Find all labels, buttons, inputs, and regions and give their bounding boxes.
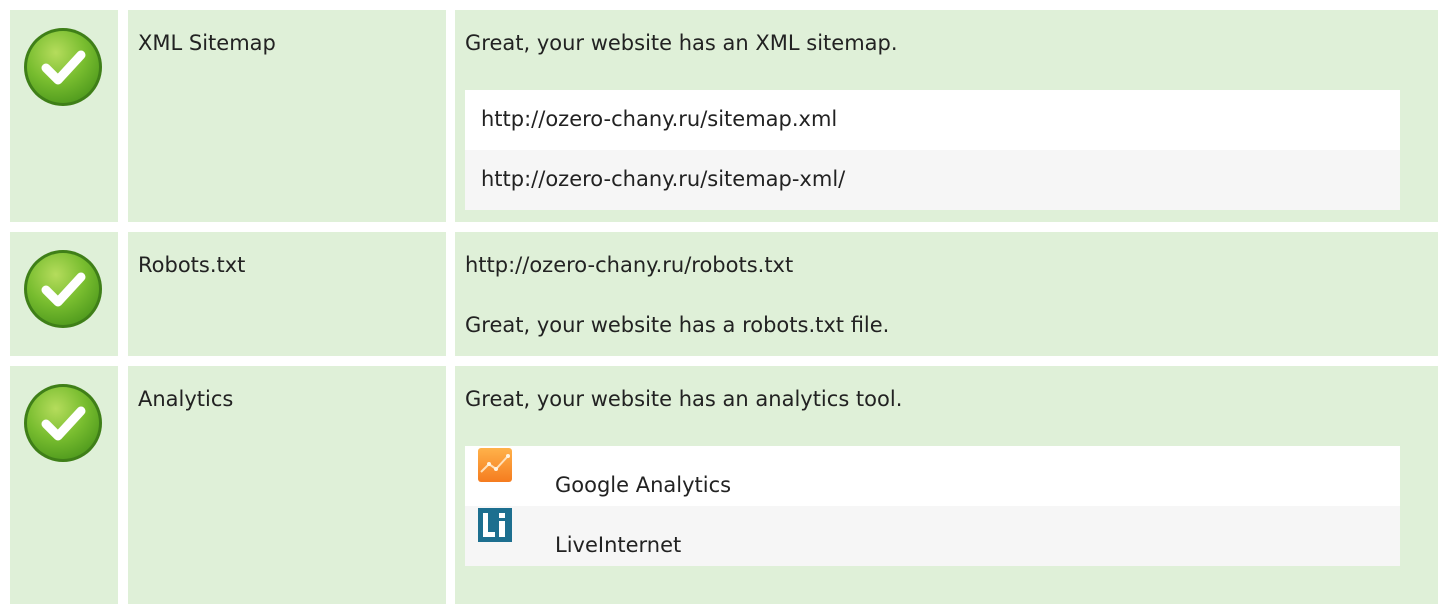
content-cell: Great, your website has an analytics too… [455, 366, 1438, 604]
status-cell [10, 366, 118, 604]
list-item: Google Analytics [465, 446, 1400, 506]
check-row-analytics: Analytics Great, your website has an ana… [10, 366, 1438, 604]
list-item: http://ozero-chany.ru/sitemap-xml/ [465, 150, 1400, 210]
check-label: XML Sitemap [138, 31, 276, 55]
check-circle-icon [24, 28, 102, 106]
status-cell [10, 10, 118, 222]
label-cell: Analytics [128, 366, 446, 604]
google-analytics-icon [478, 448, 512, 482]
check-message: Great, your website has an XML sitemap. [465, 31, 898, 55]
content-cell: Great, your website has an XML sitemap. … [455, 10, 1438, 222]
label-cell: Robots.txt [128, 232, 446, 356]
sitemap-list: http://ozero-chany.ru/sitemap.xml http:/… [465, 90, 1400, 210]
tool-name: Google Analytics [555, 473, 732, 497]
check-label: Robots.txt [138, 253, 246, 277]
list-item: LiveInternet [465, 506, 1400, 566]
check-row-xml-sitemap: XML Sitemap Great, your website has an X… [10, 10, 1438, 222]
check-circle-icon [24, 250, 102, 328]
sitemap-url: http://ozero-chany.ru/sitemap.xml [481, 107, 838, 131]
content-cell: http://ozero-chany.ru/robots.txt Great, … [455, 232, 1438, 356]
robots-url: http://ozero-chany.ru/robots.txt [465, 253, 794, 277]
sitemap-url: http://ozero-chany.ru/sitemap-xml/ [481, 167, 846, 191]
check-message: Great, your website has a robots.txt fil… [465, 313, 890, 337]
check-label: Analytics [138, 387, 234, 411]
list-item: http://ozero-chany.ru/sitemap.xml [465, 90, 1400, 150]
analytics-tool-list: Google Analytics LiveInternet [465, 446, 1400, 566]
check-circle-icon [24, 384, 102, 462]
label-cell: XML Sitemap [128, 10, 446, 222]
check-message: Great, your website has an analytics too… [465, 387, 903, 411]
tool-name: LiveInternet [555, 533, 682, 557]
status-cell [10, 232, 118, 356]
liveinternet-icon [478, 508, 512, 542]
check-row-robots-txt: Robots.txt http://ozero-chany.ru/robots.… [10, 232, 1438, 356]
